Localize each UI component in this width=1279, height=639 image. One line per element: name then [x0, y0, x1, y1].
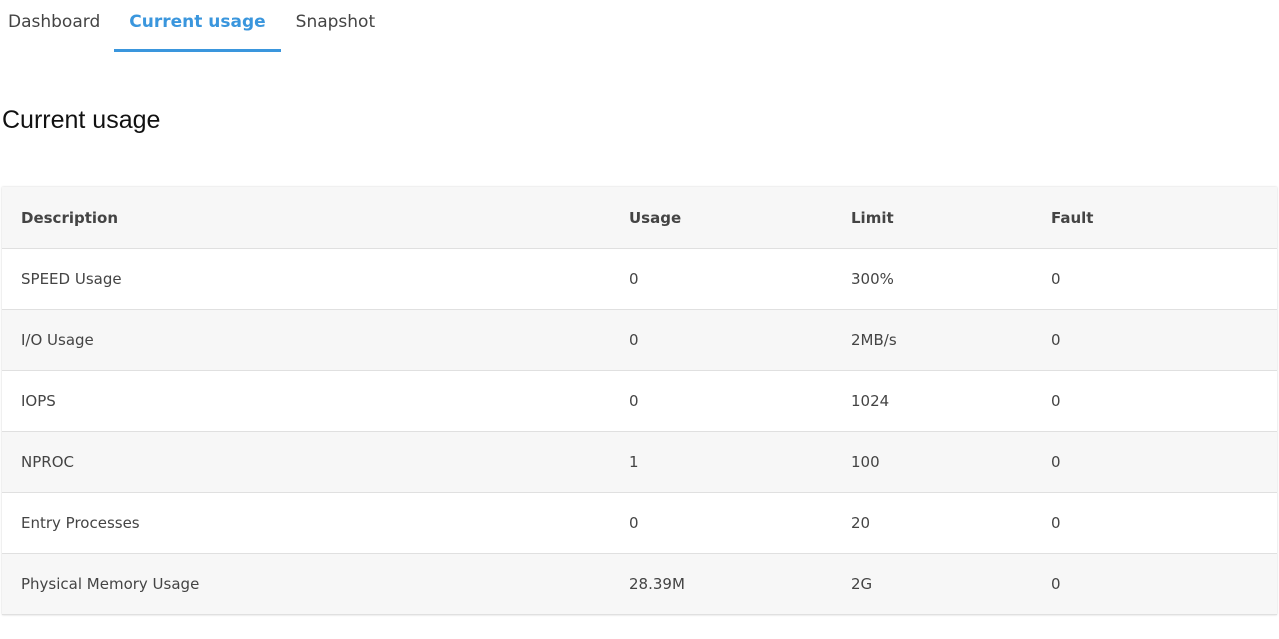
- cell-usage: 0: [610, 492, 832, 554]
- cell-description: Entry Processes: [2, 492, 610, 554]
- cell-usage: 28.39M: [610, 553, 832, 615]
- cell-limit: 300%: [832, 248, 1032, 310]
- table-row: SPEED Usage 0 300% 0: [2, 248, 1277, 310]
- tab-snapshot[interactable]: Snapshot: [281, 0, 390, 52]
- cell-limit: 100: [832, 431, 1032, 493]
- cell-fault: 0: [1032, 431, 1277, 493]
- cell-usage: 0: [610, 370, 832, 432]
- cell-usage: 0: [610, 248, 832, 310]
- cell-usage: 0: [610, 309, 832, 371]
- cell-limit: 1024: [832, 370, 1032, 432]
- cell-limit: 2G: [832, 553, 1032, 615]
- cell-description: IOPS: [2, 370, 610, 432]
- usage-table: Description Usage Limit Fault SPEED Usag…: [2, 187, 1277, 615]
- cell-description: NPROC: [2, 431, 610, 493]
- cell-fault: 0: [1032, 492, 1277, 554]
- page-title: Current usage: [2, 106, 161, 134]
- column-header-usage: Usage: [610, 187, 832, 249]
- cell-limit: 20: [832, 492, 1032, 554]
- table-header-row: Description Usage Limit Fault: [2, 187, 1277, 249]
- column-header-fault: Fault: [1032, 187, 1277, 249]
- cell-usage: 1: [610, 431, 832, 493]
- tab-dashboard[interactable]: Dashboard: [0, 0, 114, 52]
- cell-description: SPEED Usage: [2, 248, 610, 310]
- cell-fault: 0: [1032, 553, 1277, 615]
- table-row: Physical Memory Usage 28.39M 2G 0: [2, 553, 1277, 615]
- cell-description: Physical Memory Usage: [2, 553, 610, 615]
- table-row: NPROC 1 100 0: [2, 431, 1277, 493]
- usage-table-container: Description Usage Limit Fault SPEED Usag…: [2, 187, 1277, 615]
- column-header-limit: Limit: [832, 187, 1032, 249]
- table-row: I/O Usage 0 2MB/s 0: [2, 309, 1277, 371]
- cell-fault: 0: [1032, 370, 1277, 432]
- cell-limit: 2MB/s: [832, 309, 1032, 371]
- table-row: IOPS 0 1024 0: [2, 370, 1277, 432]
- table-row: Entry Processes 0 20 0: [2, 492, 1277, 554]
- column-header-description: Description: [2, 187, 610, 249]
- tab-bar: Dashboard Current usage Snapshot: [0, 0, 390, 52]
- cell-fault: 0: [1032, 309, 1277, 371]
- cell-description: I/O Usage: [2, 309, 610, 371]
- cell-fault: 0: [1032, 248, 1277, 310]
- tab-current-usage[interactable]: Current usage: [114, 0, 281, 52]
